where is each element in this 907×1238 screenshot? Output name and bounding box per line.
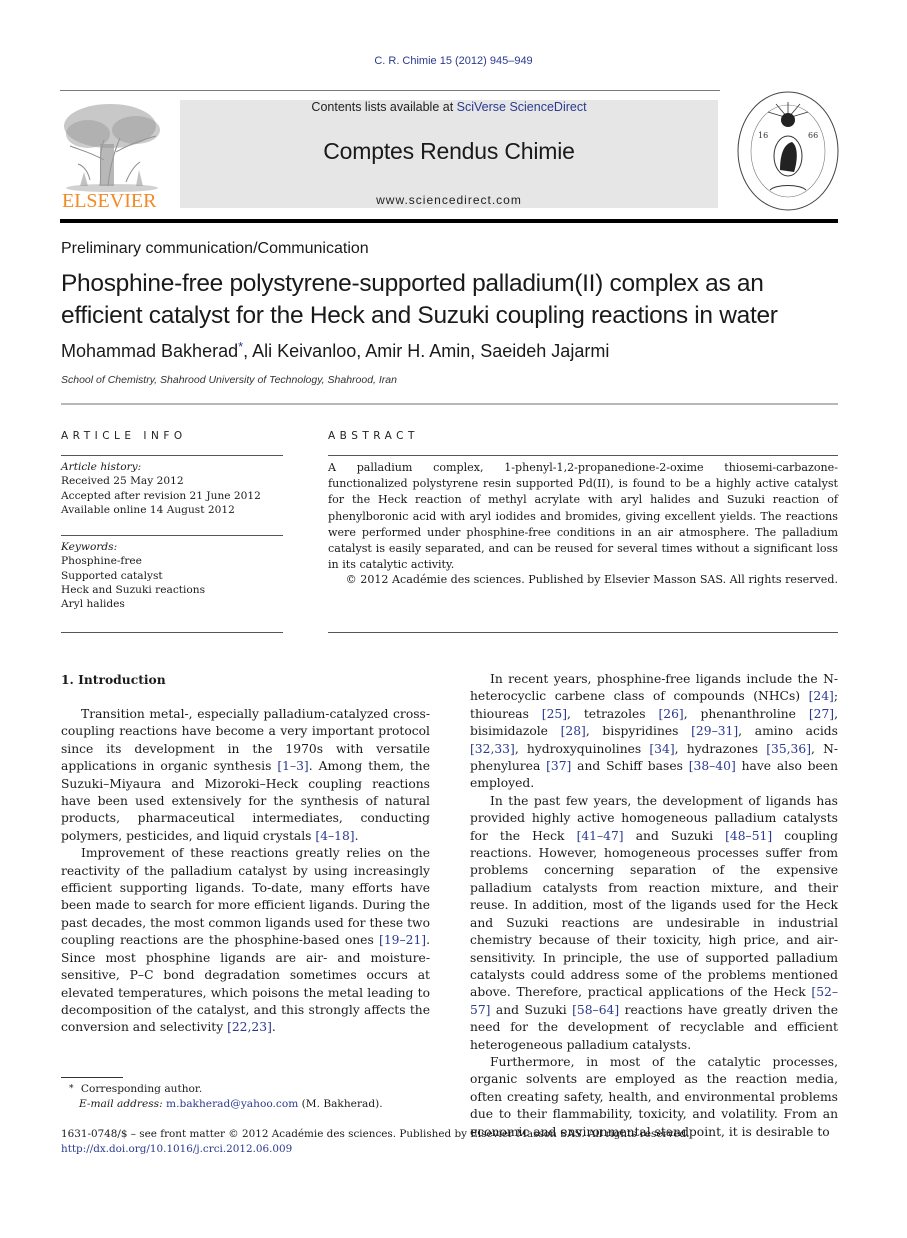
seal-year-left: 16: [758, 131, 768, 140]
keyword-item: Phosphine-free: [61, 555, 142, 568]
footnote-rule: [61, 1077, 123, 1078]
abstract-heading: ABSTRACT: [328, 430, 419, 442]
header-thick-rule: [60, 219, 838, 223]
author-names: , Ali Keivanloo, Amir H. Amin, Saeideh J…: [243, 341, 610, 361]
title-separator-rule: [61, 403, 838, 405]
article-title: Phosphine-free polystyrene-supported pal…: [61, 270, 778, 329]
abstract-text: A palladium complex, 1-phenyl-1,2-propan…: [328, 461, 838, 572]
paragraph-text: In recent years, phosphine-free ligands …: [470, 672, 838, 704]
journal-title: Comptes Rendus Chimie: [323, 138, 575, 164]
journal-url-link[interactable]: www.sciencedirect.com: [180, 193, 718, 207]
keywords-label: Keywords:: [61, 541, 118, 553]
header-top-rule: [60, 90, 720, 91]
affiliation: School of Chemistry, Shahrood University…: [61, 374, 397, 386]
history-received: Received 25 May 2012: [61, 475, 184, 488]
divider: [328, 455, 838, 456]
citation-link[interactable]: [29–31]: [691, 724, 738, 738]
footnote: * Corresponding author. E-mail address: …: [61, 1082, 441, 1112]
author-list: Mohammad Bakherad*, Ali Keivanloo, Amir …: [61, 339, 610, 362]
paragraph-text: , amino acids: [738, 724, 838, 739]
paragraph-text: and Suzuki: [490, 1002, 573, 1017]
paragraph-text: , tetrazoles: [567, 706, 659, 721]
paragraph: In the past few years, the development o…: [470, 793, 838, 1054]
paragraph: Transition metal-, especially palladium-…: [61, 706, 430, 845]
citation-link[interactable]: [32,33]: [470, 742, 515, 756]
paragraph-text: and Suzuki: [623, 828, 726, 843]
seal-year-right: 66: [808, 131, 818, 140]
article-history: Article history: Received 25 May 2012 Ac…: [61, 460, 283, 517]
divider: [61, 535, 283, 536]
history-accepted: Accepted after revision 21 June 2012: [61, 489, 261, 502]
email-link[interactable]: m.bakherad@yahoo.com: [166, 1098, 298, 1110]
history-label: Article history:: [61, 461, 142, 473]
paragraph-text: .: [354, 828, 359, 843]
contents-availability: Contents lists available at SciVerse Sci…: [180, 100, 718, 114]
keyword-item: Aryl halides: [61, 598, 125, 611]
section-heading-introduction: 1. Introduction: [61, 672, 166, 687]
citation-link[interactable]: [58–64]: [572, 1003, 619, 1017]
citation-link[interactable]: [19–21]: [379, 933, 426, 947]
article-type: Preliminary communication/Communication: [61, 240, 369, 257]
email-suffix: (M. Bakherad).: [298, 1098, 383, 1110]
paragraph-text: , hydroxyquinolines: [514, 741, 650, 756]
contents-prefix: Contents lists available at: [311, 100, 457, 114]
corresponding-author-note: Corresponding author.: [80, 1083, 203, 1095]
paragraph: In recent years, phosphine-free ligands …: [470, 671, 838, 793]
front-matter-text: 1631-0748/$ – see front matter © 2012 Ac…: [61, 1128, 690, 1140]
divider: [61, 455, 283, 456]
citation-link[interactable]: [25]: [542, 707, 567, 721]
citation-link[interactable]: [22,23]: [227, 1020, 272, 1034]
citation-link[interactable]: [37]: [546, 759, 571, 773]
citation-link[interactable]: [35,36]: [766, 742, 811, 756]
corresponding-author-mark[interactable]: *: [238, 339, 243, 354]
abstract-copyright: © 2012 Académie des sciences. Published …: [345, 573, 838, 586]
paragraph-text: , hydrazones: [674, 741, 767, 756]
paragraph-text: , phenanthroline: [683, 706, 809, 721]
citation-link[interactable]: [38–40]: [689, 759, 736, 773]
citation-link[interactable]: [41–47]: [577, 829, 624, 843]
citation-link[interactable]: [28]: [561, 724, 586, 738]
journal-citation-link[interactable]: C. R. Chimie 15 (2012) 945–949: [0, 55, 907, 67]
keyword-item: Supported catalyst: [61, 569, 163, 582]
body-column-right: In recent years, phosphine-free ligands …: [470, 671, 838, 1141]
citation-link[interactable]: [1–3]: [277, 759, 308, 773]
keyword-item: Heck and Suzuki reactions: [61, 583, 206, 596]
footnote-mark: *: [69, 1084, 74, 1094]
article-info-heading: ARTICLE INFO: [61, 430, 187, 442]
email-label: E-mail address:: [79, 1098, 163, 1110]
paragraph-text: and Schiff bases: [571, 759, 689, 774]
journal-header-box: Contents lists available at SciVerse Sci…: [180, 100, 718, 208]
author-name: Mohammad Bakherad: [61, 341, 239, 361]
paragraph-text: Improvement of these reactions greatly r…: [61, 846, 430, 948]
sciencedirect-link[interactable]: SciVerse ScienceDirect: [457, 100, 587, 114]
elsevier-wordmark: ELSEVIER: [62, 190, 157, 212]
citation-link[interactable]: [34]: [649, 742, 674, 756]
citation-link[interactable]: [24]: [809, 689, 834, 703]
keywords: Keywords: Phosphine-free Supported catal…: [61, 540, 283, 611]
citation-link[interactable]: [26]: [658, 707, 683, 721]
citation-link[interactable]: [27]: [809, 707, 834, 721]
paragraph-text: coupling reactions. However, homogeneous…: [470, 828, 838, 1000]
paragraph-text: .: [271, 1020, 276, 1035]
academie-des-sciences-seal-icon: 16 66: [737, 91, 839, 211]
divider: [61, 632, 283, 633]
paragraph-text: , bispyridines: [585, 724, 692, 739]
doi-link[interactable]: http://dx.doi.org/10.1016/j.crci.2012.06…: [61, 1142, 861, 1157]
body-column-left: Transition metal-, especially palladium-…: [61, 706, 430, 1037]
citation-link[interactable]: [48–51]: [725, 829, 772, 843]
divider: [328, 632, 838, 633]
front-matter: 1631-0748/$ – see front matter © 2012 Ac…: [61, 1127, 861, 1157]
citation-link[interactable]: [4–18]: [315, 829, 354, 843]
paragraph: Improvement of these reactions greatly r…: [61, 845, 430, 1036]
history-online: Available online 14 August 2012: [61, 503, 235, 516]
